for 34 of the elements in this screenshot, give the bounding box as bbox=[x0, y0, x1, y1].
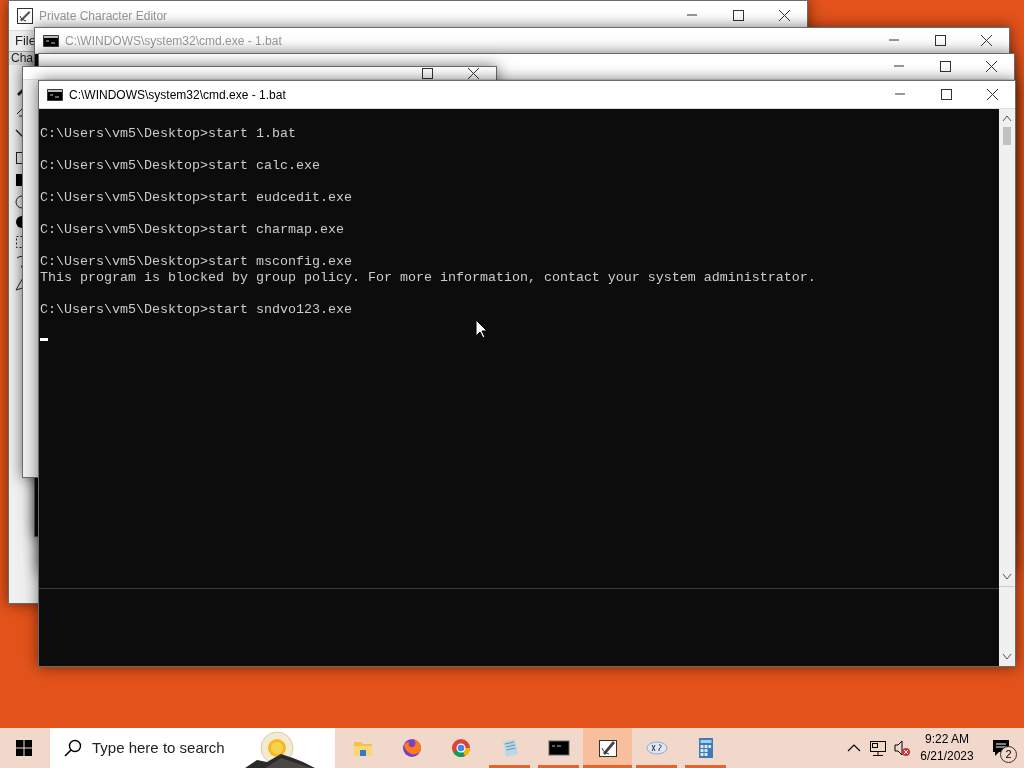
window-title: C:\WINDOWS\system32\cmd.exe - 1.bat bbox=[69, 86, 286, 104]
maximize-icon bbox=[939, 89, 953, 100]
maximize-icon bbox=[420, 67, 434, 79]
mouse-pointer-icon bbox=[475, 319, 488, 339]
console-text: C:\Users\vm5\Desktop>start eudcedit.exe bbox=[40, 190, 352, 206]
scrollbar-thumb[interactable] bbox=[1003, 127, 1011, 145]
maximize-icon bbox=[731, 10, 745, 21]
console-text: C:\Users\vm5\Desktop>start charmap.exe bbox=[40, 222, 344, 238]
console-icon bbox=[47, 88, 63, 101]
maximize-icon bbox=[938, 61, 952, 72]
close-icon bbox=[777, 10, 791, 21]
notification-button[interactable]: 2 bbox=[978, 728, 1024, 768]
close-icon bbox=[466, 67, 480, 79]
console-icon bbox=[43, 34, 59, 47]
console-text: C:\Users\vm5\Desktop>start calc.exe bbox=[40, 158, 320, 174]
field-label: Cha bbox=[11, 52, 33, 65]
window-title: Private Character Editor bbox=[39, 7, 168, 25]
console-text: This program is blocked by group policy. For more information, contact your system administrator. bbox=[40, 270, 816, 286]
window-title: C:\WINDOWS\system32\cmd.exe - 1.bat bbox=[65, 32, 282, 50]
clock-time[interactable]: 9:22 AM bbox=[916, 731, 978, 748]
console-text: C:\Users\vm5\Desktop>start sndvo123.exe bbox=[40, 302, 352, 318]
close-icon bbox=[979, 35, 993, 46]
taskbar-button[interactable] bbox=[583, 728, 632, 768]
search-input[interactable]: Type here to search bbox=[90, 735, 240, 761]
close-icon bbox=[985, 89, 999, 100]
maximize-icon bbox=[933, 35, 947, 46]
console-text: C:\Users\vm5\Desktop>start msconfig.exe bbox=[40, 254, 352, 270]
pen-icon bbox=[17, 7, 33, 24]
windows-logo-icon bbox=[16, 740, 32, 756]
close-icon bbox=[984, 61, 998, 72]
clock-date[interactable]: 6/21/2023 bbox=[916, 748, 978, 765]
console-text: C:\Users\vm5\Desktop>start 1.bat bbox=[40, 126, 296, 142]
text-cursor bbox=[40, 338, 48, 341]
notification-badge: 2 bbox=[1000, 746, 1017, 763]
